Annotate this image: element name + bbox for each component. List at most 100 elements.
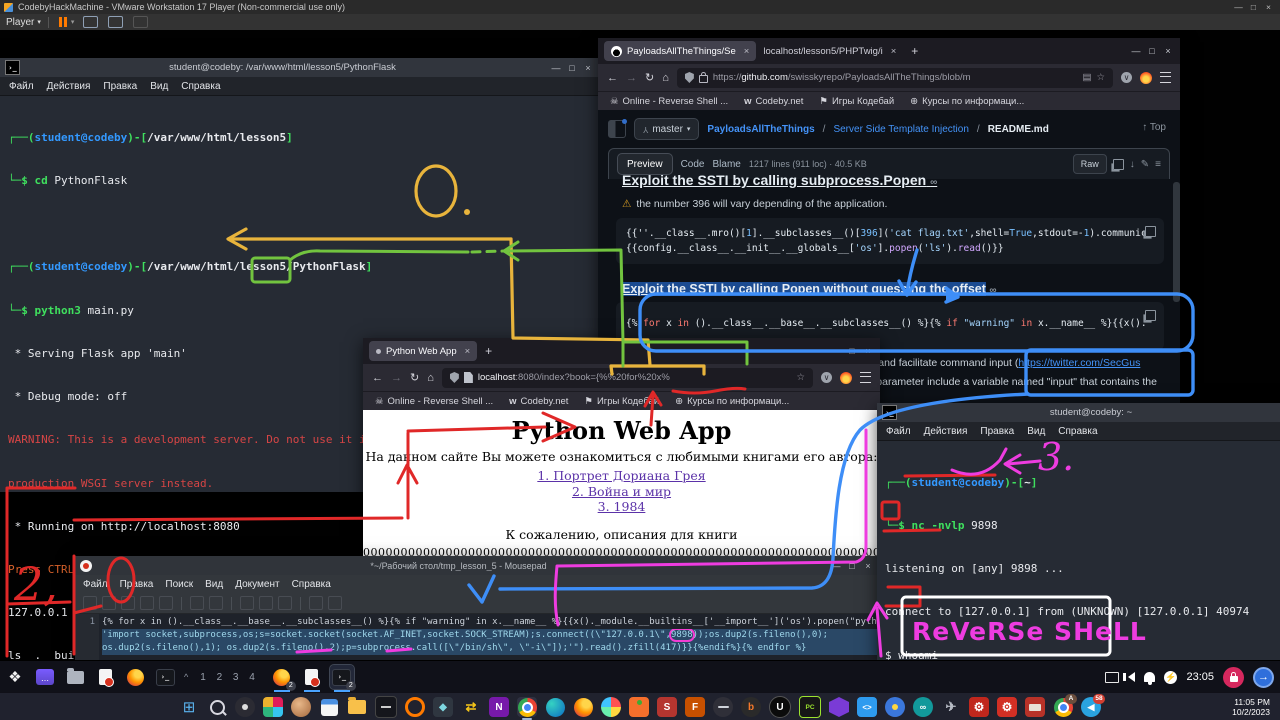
taskbar-icon-red-gear-2[interactable]: ⚙ <box>997 697 1017 717</box>
taskbar-icon-arrows[interactable]: ⇄ <box>461 697 481 717</box>
menu-actions[interactable]: Действия <box>924 426 968 437</box>
tab-code[interactable]: Code <box>681 159 705 170</box>
taskbar-icon-onenote[interactable]: N <box>489 697 509 717</box>
breadcrumb-dir-link[interactable]: Server Side Template Injection <box>833 124 968 135</box>
player-menu-caret-icon[interactable]: ▾ <box>37 18 41 26</box>
taskbar-icon-substance[interactable]: S <box>657 697 677 717</box>
taskbar-icon-maps[interactable] <box>885 697 905 717</box>
open-icon[interactable] <box>102 596 116 610</box>
tray-icon-telegram[interactable]: ◀58 <box>1081 697 1101 717</box>
taskbar-icon-f-app[interactable]: F <box>685 697 705 717</box>
bookmark-courses[interactable]: ⊕Курсы по информаци... <box>675 396 789 407</box>
bookmark-games[interactable]: ⚑Игры Кодебай <box>584 396 659 407</box>
tab-localhost-phptwig[interactable]: localhost/lesson5/PHPTwig/i × <box>756 41 903 61</box>
extension-icon[interactable] <box>840 372 852 384</box>
reader-icon[interactable]: ▤ <box>1082 72 1091 83</box>
raw-button[interactable]: Raw <box>1073 154 1107 174</box>
save-as-icon[interactable] <box>140 596 154 610</box>
taskbar-icon-orange-ring[interactable] <box>405 697 425 717</box>
host-clock[interactable]: 11:05 PM 10/2/2023 <box>1232 697 1270 717</box>
replace-icon[interactable] <box>328 596 342 610</box>
menu-file[interactable]: Файл <box>886 426 911 437</box>
undo-icon[interactable] <box>190 596 204 610</box>
reload-icon[interactable]: ↻ <box>410 371 419 384</box>
book-link-1[interactable]: 1. Портрет Дориана Грея <box>363 468 880 484</box>
tracking-shield-icon[interactable] <box>685 72 694 83</box>
bookmark-star-icon[interactable]: ☆ <box>1096 72 1105 83</box>
menu-actions[interactable]: Действия <box>47 81 91 92</box>
terminal1-maximize-button[interactable]: □ <box>564 63 580 73</box>
taskbar-icon-chrome-active[interactable] <box>517 697 537 717</box>
taskbar-icon-edge[interactable] <box>545 697 565 717</box>
branch-selector[interactable]: Ymaster▾ <box>634 118 699 140</box>
pause-vm-button[interactable] <box>59 17 67 27</box>
save-icon[interactable] <box>121 596 135 610</box>
fullscreen-button[interactable] <box>108 16 123 28</box>
pocket-icon[interactable]: ∨ <box>1121 72 1132 83</box>
host-close-button[interactable]: × <box>1261 2 1276 12</box>
search-button[interactable] <box>207 697 227 717</box>
tab-close-icon[interactable]: × <box>891 46 897 57</box>
logout-button[interactable]: → <box>1253 667 1274 688</box>
book-link-3[interactable]: 3. 1984 <box>363 499 880 515</box>
bookmark-star-icon[interactable]: ☆ <box>796 372 805 383</box>
cut-icon[interactable] <box>240 596 254 610</box>
taskbar-icon-terminal[interactable]: ›_ <box>153 665 177 689</box>
expand-caret-icon[interactable]: ^ <box>184 672 188 682</box>
mousepad-window[interactable]: *~/Рабочий стол/tmp_lesson_5 - Mousepad … <box>75 556 880 660</box>
download-icon[interactable]: ↓ <box>1130 159 1135 170</box>
host-maximize-button[interactable]: □ <box>1246 2 1261 12</box>
menu-help[interactable]: Справка <box>292 579 331 590</box>
taskbar-icon-incognito[interactable] <box>713 697 733 717</box>
taskbar-icon-calendar[interactable] <box>319 697 339 717</box>
notifications-icon[interactable] <box>1144 672 1155 682</box>
tray-icon-chrome-profile[interactable]: A <box>1053 697 1073 717</box>
vm-clock[interactable]: 23:05 <box>1186 671 1214 683</box>
firefox-window-webapp[interactable]: Python Web App × + — □ × ← → ↻ ⌂ local <box>363 338 880 564</box>
paste-icon[interactable] <box>278 596 292 610</box>
taskbar-icon-vscode[interactable]: <> <box>857 697 877 717</box>
taskbar-icon-photos-person[interactable] <box>291 697 311 717</box>
menu-file[interactable]: Файл <box>9 81 34 92</box>
volume-icon[interactable] <box>1128 672 1135 682</box>
new-tab-button[interactable]: + <box>485 344 492 358</box>
taskbar-icon-pycharm[interactable]: PC <box>799 696 821 718</box>
running-mousepad[interactable] <box>300 665 324 689</box>
menu-document[interactable]: Документ <box>235 579 279 590</box>
scrollbar[interactable] <box>1173 182 1180 302</box>
host-minimize-button[interactable]: — <box>1231 2 1246 12</box>
web-maximize-button[interactable]: □ <box>844 346 860 356</box>
back-icon[interactable]: ← <box>607 72 618 84</box>
tab-close-icon[interactable]: × <box>465 346 471 357</box>
new-file-icon[interactable] <box>83 596 97 610</box>
tab-payloadsallthethings[interactable]: PayloadsAllTheThings/Se × <box>604 41 756 61</box>
copy-icon[interactable] <box>1145 226 1156 237</box>
pocket-icon[interactable]: ∨ <box>821 372 832 383</box>
bookmark-reverse-shell[interactable]: ☠Online - Reverse Shell ... <box>610 96 728 107</box>
running-terminal[interactable]: ›_2 <box>330 665 354 689</box>
mousepad-titlebar[interactable]: *~/Рабочий стол/tmp_lesson_5 - Mousepad … <box>75 556 880 575</box>
lock-screen-button[interactable] <box>1223 667 1244 688</box>
menu-hamburger-icon[interactable] <box>860 372 871 383</box>
redo-icon[interactable] <box>209 596 223 610</box>
menu-view[interactable]: Вид <box>150 81 168 92</box>
url-bar[interactable]: localhost:8080/index?book={%%20for%20x% … <box>442 368 813 388</box>
menu-help[interactable]: Справка <box>181 81 220 92</box>
mousepad-minimize-button[interactable]: — <box>828 561 844 571</box>
menu-file[interactable]: Файл <box>83 579 108 590</box>
link-icon[interactable]: ∞ <box>930 177 937 188</box>
terminal1-close-button[interactable]: × <box>580 63 596 73</box>
copy-icon[interactable] <box>259 596 273 610</box>
pause-caret-icon[interactable]: ▾ <box>71 18 75 26</box>
bookmark-games[interactable]: ⚑Игры Кодебай <box>819 96 894 107</box>
taskbar-icon-blender[interactable]: b <box>741 697 761 717</box>
menu-edit[interactable]: Правка <box>103 81 137 92</box>
outline-icon[interactable]: ≡ <box>1155 159 1161 170</box>
breadcrumb-repo-link[interactable]: PayloadsAllTheThings <box>707 124 814 135</box>
taskbar-icon-carrot[interactable] <box>629 697 649 717</box>
forward-icon[interactable]: → <box>391 372 402 384</box>
taskbar-icon-unreal[interactable]: U <box>769 696 791 718</box>
find-icon[interactable] <box>309 596 323 610</box>
twitter-link[interactable]: https://twitter.com/SecGus <box>1018 357 1140 369</box>
taskbar-icon-workspace-app[interactable]: ⋯ <box>33 665 57 689</box>
